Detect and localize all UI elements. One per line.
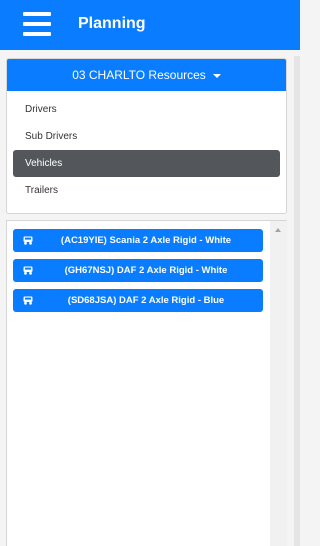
vehicle-label: (SD68JSA) DAF 2 Axle Rigid - Blue [67, 295, 225, 306]
caret-down-icon [212, 74, 221, 78]
resource-type-list: Drivers Sub Drivers Vehicles Trailers [13, 96, 280, 204]
resource-item-trailers[interactable]: Trailers [13, 177, 280, 204]
page-scrollbar[interactable] [294, 56, 300, 546]
scroll-up-arrow-icon[interactable] [275, 228, 281, 232]
resources-panel: 03 CHARLTO Resources Drivers Sub Drivers… [6, 58, 287, 214]
vehicles-scrollbar[interactable] [270, 221, 287, 546]
vehicle-label: (AC19YIE) Scania 2 Axle Rigid - White [60, 235, 232, 246]
vehicle-item[interactable]: (AC19YIE) Scania 2 Axle Rigid - White [13, 229, 263, 252]
resource-item-vehicles[interactable]: Vehicles [13, 150, 280, 177]
vehicle-item[interactable]: (GH67NSJ) DAF 2 Axle Rigid - White [13, 259, 263, 282]
resource-item-sub-drivers[interactable]: Sub Drivers [13, 123, 280, 150]
resource-item-drivers[interactable]: Drivers [13, 96, 280, 123]
resources-dropdown-label: 03 CHARLTO Resources [72, 68, 206, 82]
vehicle-item[interactable]: (SD68JSA) DAF 2 Axle Rigid - Blue [13, 289, 263, 312]
vehicle-label: (GH67NSJ) DAF 2 Axle Rigid - White [64, 265, 228, 276]
app-header: Planning [0, 0, 300, 50]
resources-dropdown[interactable]: 03 CHARLTO Resources [7, 59, 286, 91]
hamburger-menu-icon[interactable] [23, 12, 51, 36]
page-title: Planning [78, 15, 146, 32]
